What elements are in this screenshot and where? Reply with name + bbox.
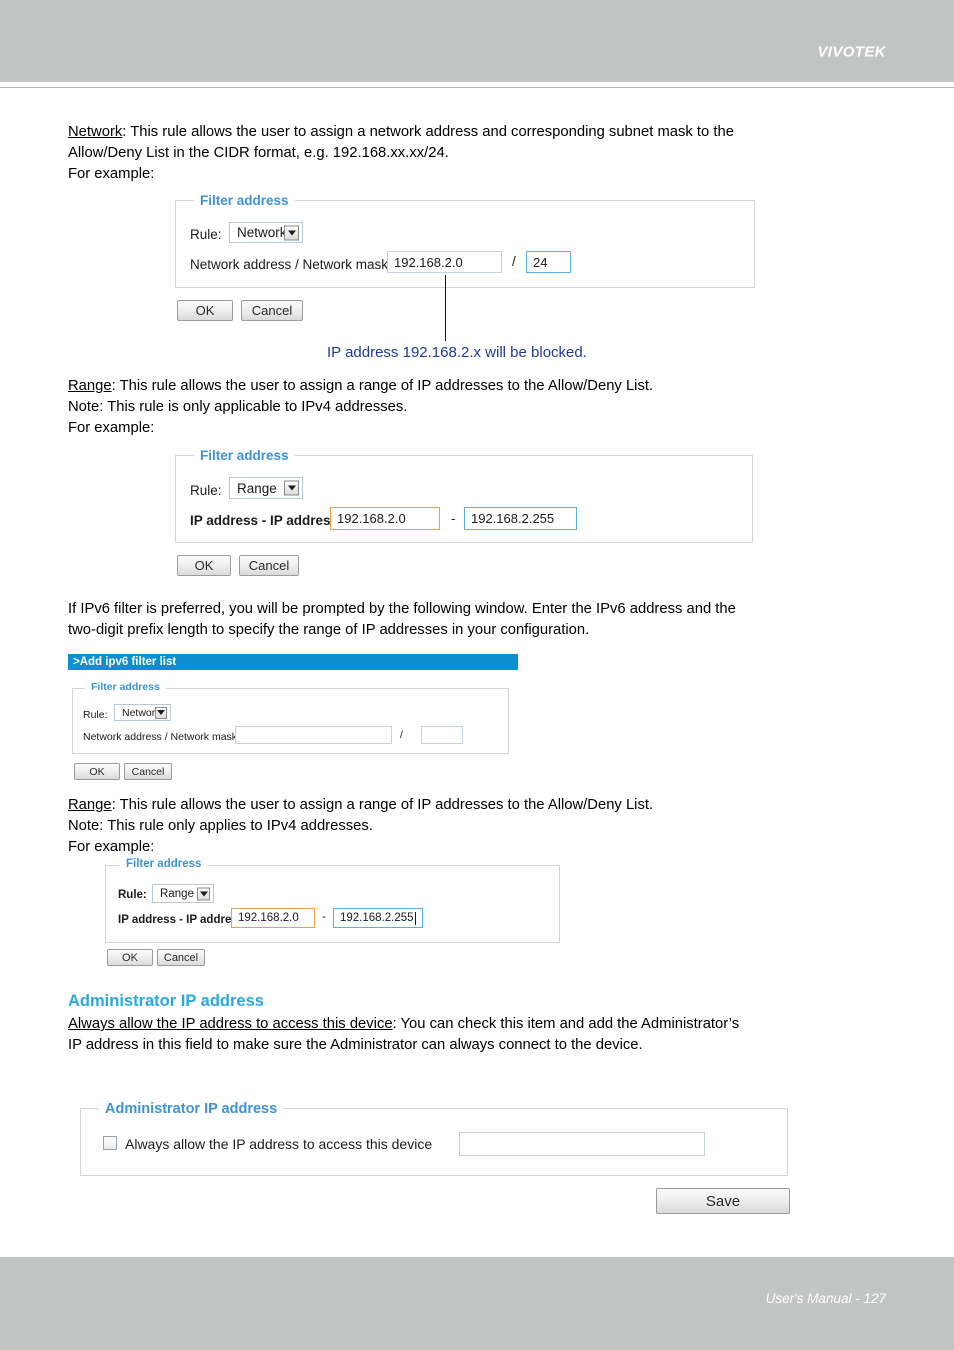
paragraph-admin-ip-line1: : You can check this item and add the Ad… — [392, 1016, 740, 1032]
rule-label: Rule: — [83, 709, 108, 721]
term-range-2: Range — [68, 797, 112, 813]
rule-select[interactable]: Network — [229, 222, 303, 243]
cancel-button-range-v4[interactable]: Cancel — [239, 555, 299, 576]
address-mask-separator: / — [400, 729, 403, 741]
chevron-down-icon[interactable] — [284, 480, 299, 496]
ip-range-label: IP address - IP address: — [190, 513, 343, 528]
rule-label: Rule: — [190, 227, 222, 242]
save-button[interactable]: Save — [656, 1188, 790, 1214]
network-address-input[interactable] — [235, 726, 392, 744]
rule-select[interactable]: Network — [114, 704, 171, 721]
network-mask-input[interactable] — [421, 726, 463, 744]
paragraph-ipv6-intro-line2: two-digit prefix length to specify the r… — [68, 622, 590, 638]
callout-leader-line — [445, 275, 446, 341]
page-footer: User's Manual - 127 — [0, 1257, 954, 1350]
administrator-ip-address-panel: Administrator IP address Always allow th… — [80, 1101, 788, 1176]
ip-range-end-input[interactable]: 192.168.2.255 — [333, 908, 423, 928]
paragraph-network-rule-line3: For example: — [68, 166, 155, 182]
filter-address-panel-range-v4: Filter address Rule: Range IP address - … — [175, 448, 753, 543]
ip-range-separator: - — [322, 911, 326, 923]
paragraph-ipv6-intro-line1: If IPv6 filter is preferred, you will be… — [68, 601, 736, 617]
page-title-administrator-ip-address: Administrator IP address — [68, 992, 264, 1010]
ip-range-label: IP address - IP address: — [118, 914, 248, 926]
paragraph-network-rule-line2: Allow/Deny List in the CIDR format, e.g.… — [68, 145, 449, 161]
network-address-mask-label: Network address / Network mask: — [190, 257, 392, 272]
network-mask-input[interactable]: 24 — [526, 251, 571, 273]
callout-blocked-note: IP address 192.168.2.x will be blocked. — [327, 344, 587, 361]
network-address-input[interactable]: 192.168.2.0 — [387, 251, 502, 273]
term-range-1: Range — [68, 378, 112, 394]
ip-range-end-input[interactable]: 192.168.2.255 — [464, 507, 577, 530]
paragraph-admin-ip: Always allow the IP address to access th… — [68, 1014, 890, 1056]
page-number: User's Manual - 127 — [765, 1291, 886, 1306]
rule-select[interactable]: Range — [152, 884, 214, 903]
ok-button-network-v4[interactable]: OK — [177, 300, 233, 321]
ok-button-ipv6[interactable]: OK — [74, 763, 120, 780]
cancel-button-range-small[interactable]: Cancel — [157, 949, 205, 966]
paragraph-range-rule-v4-line2: Note: This rule is only applicable to IP… — [68, 399, 408, 415]
rule-select-value: Network — [237, 225, 287, 240]
chevron-down-icon[interactable] — [155, 706, 167, 719]
ip-range-start-input[interactable]: 192.168.2.0 — [231, 908, 315, 928]
paragraph-ipv6-intro: If IPv6 filter is preferred, you will be… — [68, 599, 890, 641]
add-ipv6-filter-list-titlebar: >Add ipv6 filter list — [68, 654, 518, 670]
administrator-ip-input[interactable] — [459, 1132, 705, 1156]
chevron-down-icon[interactable] — [284, 225, 299, 240]
filter-address-legend: Filter address — [120, 858, 208, 870]
cancel-button-network-v4[interactable]: Cancel — [241, 300, 303, 321]
filter-address-legend: Filter address — [194, 448, 295, 463]
rule-select-value: Range — [237, 480, 277, 496]
always-allow-checkbox[interactable] — [103, 1136, 117, 1150]
vivotek-logo: VIVOTEK — [817, 43, 886, 61]
ok-button-range-v4[interactable]: OK — [177, 555, 231, 576]
term-always-allow: Always allow the IP address to access th… — [68, 1016, 393, 1032]
filter-address-panel-ipv6: Filter address Rule: Network Network add… — [72, 681, 509, 754]
paragraph-range-rule-v4-2-line1: : This rule allows the user to assign a … — [111, 797, 654, 813]
ip-range-separator: - — [451, 511, 456, 526]
paragraph-range-rule-v4-line3: For example: — [68, 420, 155, 436]
rule-label: Rule: — [190, 483, 222, 498]
paragraph-network-rule-text: : This rule allows the user to assign a … — [122, 124, 734, 140]
filter-address-legend: Filter address — [85, 681, 166, 693]
page-header: VIVOTEK — [0, 0, 954, 82]
filter-address-panel-network-v4: Filter address Rule: Network Network add… — [175, 193, 755, 288]
rule-label: Rule: — [118, 889, 147, 901]
ip-range-start-input[interactable]: 192.168.2.0 — [330, 507, 440, 530]
term-network: Network — [68, 124, 123, 140]
rule-select-value: Network — [122, 706, 161, 719]
rule-select-value: Range — [160, 887, 194, 900]
paragraph-admin-ip-line2: IP address in this field to make sure th… — [68, 1037, 643, 1053]
paragraph-network-rule: Network: This rule allows the user to as… — [68, 122, 888, 185]
cancel-button-ipv6[interactable]: Cancel — [124, 763, 172, 780]
chevron-down-icon[interactable] — [197, 887, 210, 900]
paragraph-range-rule-v4-line1: : This rule allows the user to assign a … — [111, 378, 654, 394]
header-divider — [0, 87, 954, 88]
paragraph-range-rule-v4-2-line2: Note: This rule only applies to IPv4 add… — [68, 818, 373, 834]
ip-range-end-value: 192.168.2.255 — [340, 912, 414, 924]
network-address-mask-label: Network address / Network mask: — [83, 731, 240, 743]
paragraph-range-rule-v4-2-line3: For example: — [68, 839, 155, 855]
filter-address-panel-range-v4-small: Filter address Rule: Range IP address - … — [105, 858, 560, 943]
address-mask-separator: / — [512, 254, 516, 269]
text-caret — [414, 911, 416, 925]
rule-select[interactable]: Range — [229, 477, 303, 499]
ok-button-range-small[interactable]: OK — [107, 949, 153, 966]
administrator-ip-address-legend: Administrator IP address — [99, 1101, 284, 1117]
always-allow-checkbox-label: Always allow the IP address to access th… — [125, 1136, 433, 1152]
paragraph-range-rule-v4: Range: This rule allows the user to assi… — [68, 376, 888, 439]
filter-address-legend: Filter address — [194, 193, 295, 208]
paragraph-range-rule-v4-2: Range: This rule allows the user to assi… — [68, 795, 888, 858]
